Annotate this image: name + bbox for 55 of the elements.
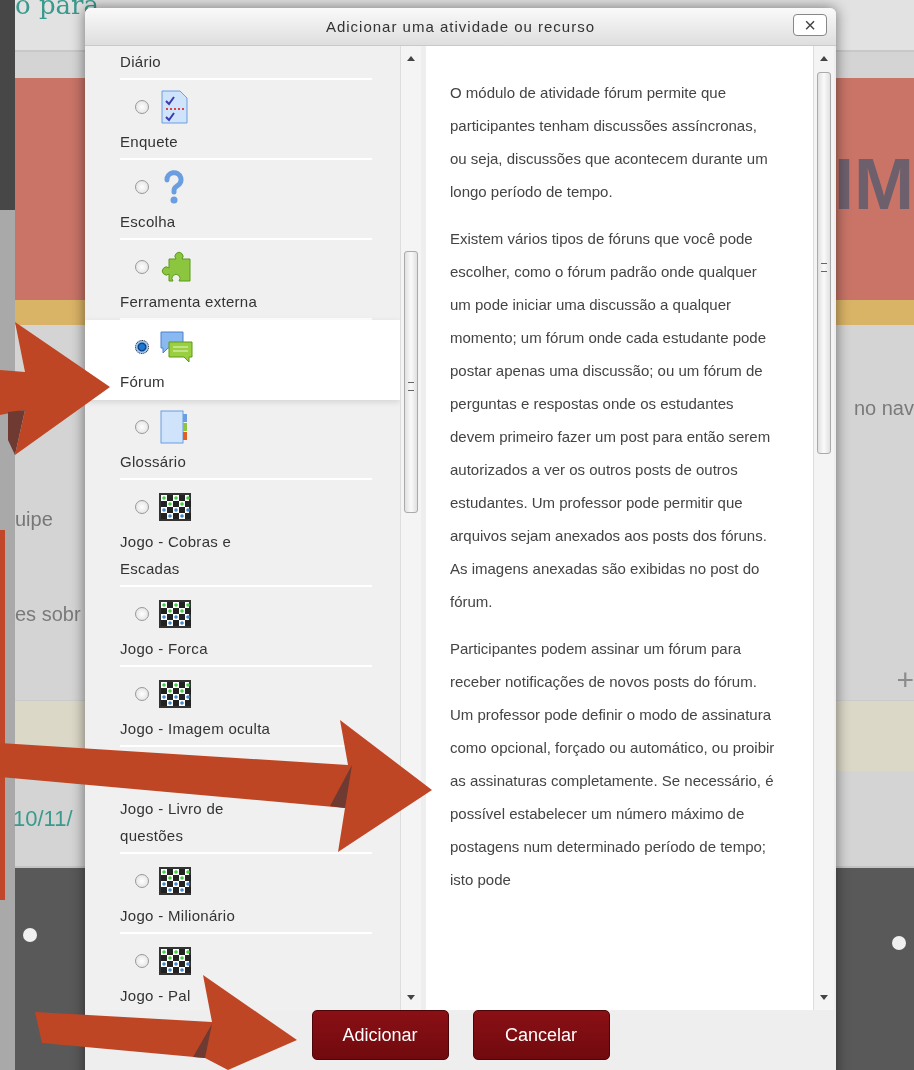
activity-label: Escolha (120, 212, 177, 232)
board-icon (159, 947, 191, 975)
close-button[interactable]: × (793, 14, 827, 36)
activity-label: Jogo - Pal (120, 986, 192, 1006)
radio-button[interactable] (135, 180, 149, 194)
activity-option[interactable]: Jogo - Cobras e Escadas (85, 480, 400, 587)
activity-label: Jogo - Livro de questões (120, 799, 225, 846)
nav-text: no nav (853, 397, 914, 420)
radio-button[interactable] (135, 500, 149, 514)
description-text: Participantes podem assinar um fórum para receber notificações de novos posts do fórum. Um professor pode definir o modo de assinatura como opcional, forçado ou automático, ou proibir as assinaturas completamente. Se necessário, é possível estabelecer um número máximo de postagens num determinado período de tempo; isto pode (450, 639, 775, 890)
activity-label: Jogo - Forca (120, 639, 209, 659)
chat-icon (159, 330, 193, 364)
activity-label: Enquete (120, 132, 179, 152)
radio-button[interactable] (135, 260, 149, 274)
radio-button[interactable] (135, 687, 149, 701)
radio-button[interactable] (135, 607, 149, 621)
dialog-button[interactable]: Cancelar (472, 1010, 610, 1060)
dialog-title: Adicionar uma atividade ou recurso (325, 18, 596, 35)
activity-option[interactable]: Jogo - Forca (85, 587, 400, 667)
scrollbar[interactable] (400, 46, 421, 1010)
activity-option[interactable]: Escolha (85, 160, 400, 240)
board-icon (159, 600, 191, 628)
activity-label: Jogo - Milionário (120, 906, 237, 926)
description-text: Existem vários tipos de fóruns que você pode escolher, como o fórum padrão onde qualquer um pode iniciar uma discussão a qualquer momento; um fórum onde cada estudante pode postar apenas uma discussão; ou um fórum de perguntas e respostas onde os estudantes devem primeiro fazer um post para então serem autorizados a ver os outros posts de outros estudantes. Um professor pode permitir que arquivos sejam anexados aos posts dos fóruns. As imagens anexadas são exibidas no post do fórum. (450, 229, 772, 612)
scrollbar[interactable] (813, 46, 834, 1010)
team-label: uipe (15, 508, 54, 531)
puzzle-icon (159, 250, 193, 284)
description-text: O módulo de atividade fórum permite que participantes tenham discussões assíncronas, ou seja, discussões que acontecem durante um longo período de tempo. (450, 83, 769, 202)
checklist-icon (159, 90, 189, 124)
activity-option[interactable]: Fórum (85, 320, 400, 400)
radio-button[interactable] (135, 340, 149, 354)
activity-label: Jogo - Imagem oculta (120, 719, 272, 739)
date-text: 10/11/ (13, 805, 73, 832)
activity-option[interactable]: Diário (85, 46, 400, 80)
dialog-button[interactable]: Adicionar (311, 1010, 449, 1060)
activity-option[interactable]: Glossário (85, 400, 400, 480)
board-icon (159, 680, 191, 708)
dot-icon (892, 936, 906, 950)
radio-button[interactable] (135, 954, 149, 968)
activity-label: Glossário (120, 452, 188, 472)
activity-label: Ferramenta externa (120, 292, 259, 312)
banner-text: IM (834, 148, 914, 220)
glossary-icon (159, 410, 189, 444)
radio-button[interactable] (135, 420, 149, 434)
board-icon (159, 867, 191, 895)
activity-label: Fórum (120, 372, 166, 392)
dot-icon (23, 928, 37, 942)
info-text: es sobr (15, 603, 81, 626)
activity-option[interactable]: Jogo - Milionário (85, 854, 400, 934)
activity-option[interactable]: Enquete (85, 80, 400, 160)
board-icon (159, 493, 191, 521)
activity-label: Jogo - Cobras e Escadas (120, 532, 233, 579)
activity-label: Diário (120, 52, 162, 72)
radio-button[interactable] (135, 100, 149, 114)
radio-button[interactable] (135, 874, 149, 888)
